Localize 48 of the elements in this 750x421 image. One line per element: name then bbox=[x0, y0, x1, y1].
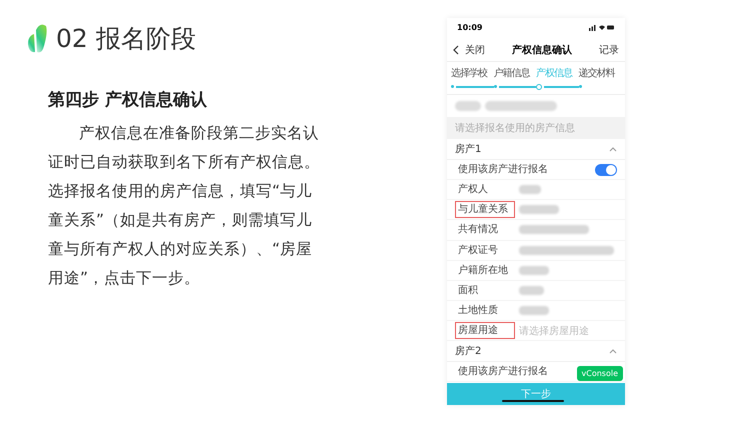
step-dot bbox=[536, 84, 542, 90]
property-heading: 房产1 bbox=[455, 142, 482, 156]
status-icons-icon bbox=[589, 24, 615, 32]
field-label: 房屋用途 bbox=[455, 322, 515, 340]
toggle-switch[interactable] bbox=[595, 164, 617, 176]
step-label: 产权信息 bbox=[536, 66, 574, 80]
back-chevron-icon bbox=[453, 44, 459, 55]
field-label: 与儿童关系 bbox=[455, 201, 515, 218]
redacted-value bbox=[519, 286, 544, 295]
step-heading: 第四步 产权信息确认 bbox=[48, 89, 208, 111]
step-dot bbox=[451, 85, 454, 88]
redacted-value bbox=[519, 205, 559, 214]
chevron-icon[interactable] bbox=[609, 348, 617, 354]
next-button[interactable]: 下一步 bbox=[447, 383, 625, 405]
records-link[interactable]: 记录 bbox=[599, 42, 619, 57]
notice-bar: 请选择报名使用的房产信息 bbox=[447, 117, 625, 140]
property-heading: 房产2 bbox=[455, 344, 482, 358]
close-link[interactable]: 关闭 bbox=[453, 42, 485, 57]
vconsole-button[interactable]: vConsole bbox=[576, 366, 623, 381]
redacted-value bbox=[519, 185, 541, 194]
step-label: 递交材料 bbox=[578, 66, 616, 80]
chevron-icon[interactable] bbox=[609, 146, 617, 152]
field-label: 面积 bbox=[457, 284, 479, 298]
page-title: 产权信息确认 bbox=[512, 44, 572, 57]
redacted-pill bbox=[455, 101, 481, 112]
redacted-value bbox=[519, 225, 589, 234]
step-dot bbox=[494, 85, 496, 88]
step-line bbox=[456, 86, 494, 88]
step-line bbox=[498, 86, 536, 88]
redacted-value bbox=[519, 306, 549, 316]
field-label: 使用该房产进行报名 bbox=[457, 364, 549, 379]
select-field[interactable]: 请选择房屋用途 bbox=[519, 324, 589, 338]
field-label: 产权证号 bbox=[457, 244, 499, 258]
redacted-pill bbox=[485, 101, 557, 112]
field-label: 使用该房产进行报名 bbox=[457, 162, 549, 178]
step-dot bbox=[578, 85, 582, 88]
status-time: 10:09 bbox=[457, 23, 482, 32]
step-description: 产权信息在准备阶段第二步实名认证时已自动获取到名下所有产权信息。选择报名使用的房产信息，填写“与儿童关系”（如是共有房产，则需填写儿童与所有产权人的对应关系）、“房屋用途”，点击下一步。 bbox=[48, 123, 321, 289]
field-label: 共有情况 bbox=[457, 222, 499, 238]
step-label: 选择学校 bbox=[451, 66, 488, 80]
field-label: 土地性质 bbox=[457, 304, 499, 318]
field-label: 产权人 bbox=[457, 182, 489, 198]
step-label: 户籍信息 bbox=[494, 66, 531, 80]
section-title: 02 报名阶段 bbox=[56, 22, 196, 54]
field-label: 户籍所在地 bbox=[457, 264, 509, 278]
home-indicator bbox=[502, 400, 564, 402]
redacted-value bbox=[519, 266, 549, 275]
step-line bbox=[544, 86, 578, 88]
